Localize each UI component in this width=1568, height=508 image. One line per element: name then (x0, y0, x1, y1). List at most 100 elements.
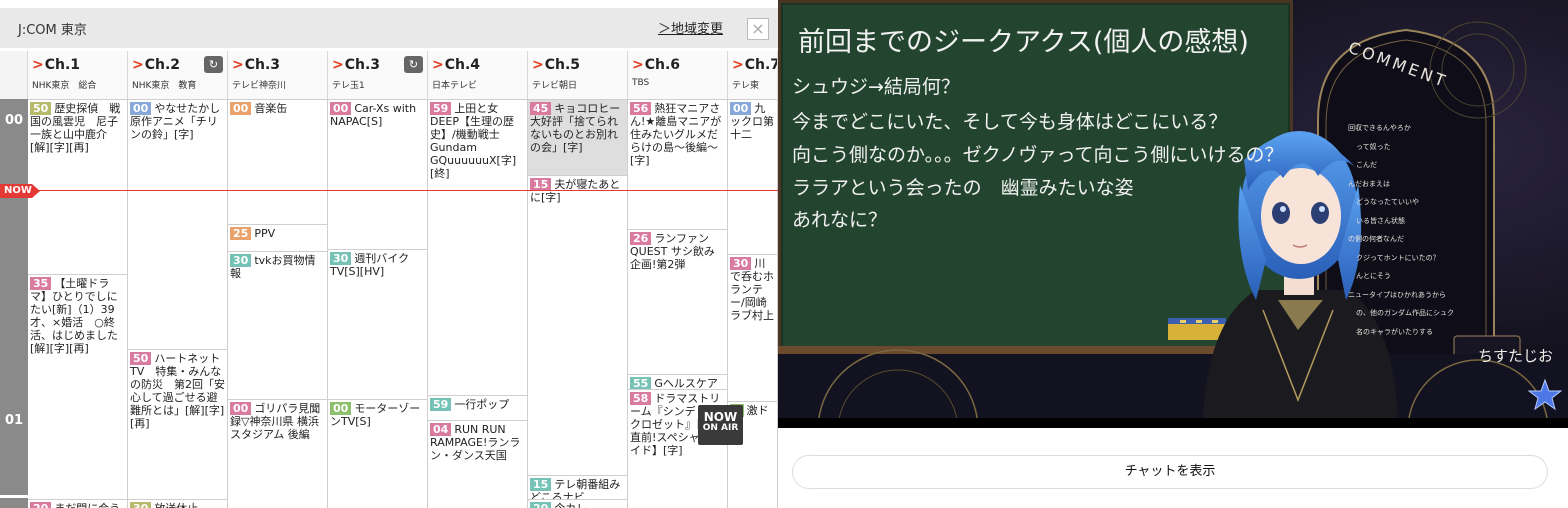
channel-number-text: Ch.6 (644, 57, 681, 73)
comment-line: こんだ (1356, 161, 1377, 169)
program-start-minute: 30 (330, 252, 352, 265)
program-cell[interactable]: 50 歴史探偵 戦国の風雲児 尼子一族と山中鹿介[解][字][再] (28, 99, 127, 274)
program-start-minute: 56 (630, 102, 652, 115)
program-cell[interactable]: 00 音楽缶 (228, 99, 327, 224)
program-cell[interactable]: 45 キョコロヒー大好評「捨てられないものとお別れの会」[字] (528, 99, 627, 175)
channel-header-7[interactable]: >Ch.6 TBS (628, 51, 728, 99)
chalkboard-title: 前回までのジークアクス(個人の感想) (798, 27, 1249, 58)
region-change-link[interactable]: ＞地域変更 (658, 18, 723, 37)
refresh-icon[interactable]: ↻ (204, 56, 223, 73)
channel-number: >Ch.3 (232, 57, 280, 73)
channel-header-2[interactable]: >Ch.2 NHK東京 教育 ↻ (128, 51, 228, 99)
program-start-minute: 15 (530, 478, 552, 491)
program-grid: 50 歴史探偵 戦国の風雲児 尼子一族と山中鹿介[解][字][再] 35 【土曜ドラマ… (28, 99, 778, 508)
program-cell[interactable]: 15 夫が寝たあとに[字] (528, 175, 627, 475)
program-title: PPV (254, 227, 276, 240)
program-cell[interactable]: 00 九ックロ第十二 (728, 99, 777, 254)
program-title: 音楽缶 (254, 102, 288, 115)
chevron-right-icon: > (432, 57, 444, 73)
comment-line: んとにそう (1356, 272, 1391, 280)
program-cell[interactable]: 30 週刊バイクTV[S][HV] (328, 249, 427, 399)
channel-number-text: Ch.1 (44, 57, 81, 73)
chevron-right-icon: > (532, 57, 544, 73)
program-cell[interactable]: 20まだ間に合う (28, 499, 127, 508)
channel-number-text: Ch.5 (544, 57, 581, 73)
channel-column-3: 00 音楽缶 25 PPV 30 tvkお買物情報 00 ゴリパラ見聞録▽神奈川県 横浜スタジ… (228, 99, 328, 508)
program-cell[interactable]: 50 ハートネットTV 特集・みんなの防災 第2回「安心して過ごせる避難所とは」[… (128, 349, 227, 499)
program-start-minute: 50 (130, 352, 152, 365)
comment-line: 回収できるんやろか (1348, 124, 1411, 132)
chalkboard-line-4: ララアという会ったの 幽霊みたいな姿 (792, 177, 1134, 199)
channel-name: NHK東京 教育 (132, 81, 197, 91)
program-title: 一行ポップ (454, 398, 510, 411)
program-start-minute: 04 (430, 423, 452, 436)
chevron-right-icon: > (132, 57, 144, 73)
program-title: まだ間に合う (54, 502, 120, 508)
channel-header-6[interactable]: >Ch.5 テレビ朝日 (528, 51, 628, 99)
show-chat-button[interactable]: チャットを表示 (792, 455, 1548, 489)
floor-ornament (778, 349, 1568, 428)
program-cell[interactable]: 20今カレ (528, 499, 627, 508)
channel-number: >Ch.7 (732, 57, 777, 73)
comment-line: いる皆さん状態 (1356, 216, 1405, 225)
channel-name: テレビ朝日 (532, 81, 578, 91)
channel-column-1: 50 歴史探偵 戦国の風雲児 尼子一族と山中鹿介[解][字][再] 35 【土曜ドラマ… (28, 99, 128, 508)
program-cell[interactable]: 00 ゴリパラ見聞録▽神奈川県 横浜スタジアム 後編 (228, 399, 327, 508)
video-player[interactable]: 前回までのジークアクス(個人の感想) シュウジ→結局何？ 今までどこにいた、そし… (778, 0, 1568, 428)
comment-line: どうなったていいや (1356, 198, 1419, 206)
close-icon[interactable]: × (747, 18, 769, 40)
chevron-right-icon: > (732, 57, 744, 73)
chevron-right-icon: > (32, 57, 44, 73)
program-start-minute: 55 (630, 377, 652, 389)
hour-column: 00 01 (0, 99, 28, 508)
refresh-icon[interactable]: ↻ (404, 56, 423, 73)
program-cell[interactable]: 56 熱狂マニアさん!★離島マニアが住みたいグルメだらけの島～後編～[字] (628, 99, 727, 229)
program-start-minute: 00 (130, 102, 152, 115)
program-cell[interactable]: 04 RUN RUN RAMPAGE!ランラン・ダンス天国 (428, 420, 527, 508)
chevron-right-icon: > (332, 57, 344, 73)
channel-header-3[interactable]: >Ch.3 テレビ神奈川 (228, 51, 328, 99)
channel-number: >Ch.1 (32, 57, 80, 73)
program-cell[interactable]: 00 Car-Xs with NAPAC[S] (328, 99, 427, 249)
program-cell[interactable]: 59 上田と女DEEP【生理の歴史】/機動戦士Gundam GQuuuuuuX[字… (428, 99, 527, 395)
channel-header-4[interactable]: >Ch.3 テレ玉1 ↻ (328, 51, 428, 99)
channel-header-row: >Ch.1 NHK東京 総合 >Ch.2 NHK東京 教育 ↻ >Ch.3 テレビ神奈川 >C… (0, 51, 778, 99)
program-start-minute: 00 (230, 402, 252, 415)
program-cell[interactable]: 00 モーターゾーンTV[S] (328, 399, 427, 508)
program-cell[interactable]: 59 一行ポップ (428, 395, 527, 420)
program-cell[interactable]: 26 ランファンQUEST サシ飲み企画!第2弾 (628, 229, 727, 374)
program-start-minute: 00 (330, 402, 352, 415)
screen: J:COM 東京 ＞地域変更 × >Ch.1 NHK東京 総合 >Ch.2 NHK東京… (0, 0, 1568, 508)
program-cell[interactable]: 55 Gヘルスケア (628, 374, 727, 389)
channel-header-1[interactable]: >Ch.1 NHK東京 総合 (28, 51, 128, 99)
channel-column-2: 00 やなせたかし原作アニメ「チリンの鈴」[字] 50 ハートネットTV 特集・みんな… (128, 99, 228, 508)
hour-label-00: 00 (4, 113, 24, 128)
channel-header-8[interactable]: >Ch.7 テレ東 (728, 51, 778, 99)
now-on-air-line2: ON AIR (702, 423, 739, 433)
program-cell[interactable]: 25 PPV (228, 224, 327, 251)
comment-panel-name: ちすたじお (1478, 347, 1554, 365)
channel-header-5[interactable]: >Ch.4 日本テレビ (428, 51, 528, 99)
channel-number: >Ch.4 (432, 57, 480, 73)
comment-line: 名のキャラがいたりする (1356, 327, 1433, 336)
channel-column-4: 00 Car-Xs with NAPAC[S] 30 週刊バイクTV[S][HV] 00… (328, 99, 428, 508)
region-label: J:COM 東京 (18, 23, 87, 38)
guide-header: J:COM 東京 ＞地域変更 × (0, 8, 778, 48)
program-cell[interactable]: 35 【土曜ドラマ】ひとりでしにたい[新]（1）39才、×婚活 ○終活、はじめまし… (28, 274, 127, 499)
program-cell[interactable]: 00 やなせたかし原作アニメ「チリンの鈴」[字] (128, 99, 227, 349)
channel-number: >Ch.2 (132, 57, 180, 73)
stream-frame (778, 0, 1568, 428)
channel-name: NHK東京 総合 (32, 81, 97, 91)
program-start-minute: 20 (30, 502, 52, 508)
now-line (0, 190, 778, 191)
program-title: 放送休止 (154, 502, 198, 508)
comment-line: んだおまえは (1348, 179, 1390, 188)
channel-name: 日本テレビ (432, 81, 478, 91)
now-on-air-button[interactable]: NOW ON AIR (698, 405, 743, 445)
program-cell[interactable]: 30 tvkお買物情報 (228, 251, 327, 399)
program-start-minute: 30 (230, 254, 252, 267)
chevron-right-icon: > (232, 57, 244, 73)
program-cell[interactable]: 30 川で呑むホランテー/岡崎ラブ村上 (728, 254, 777, 401)
program-cell[interactable]: 30放送休止 (128, 499, 227, 508)
program-cell[interactable]: 15 テレ朝番組みどころナビ (528, 475, 627, 499)
